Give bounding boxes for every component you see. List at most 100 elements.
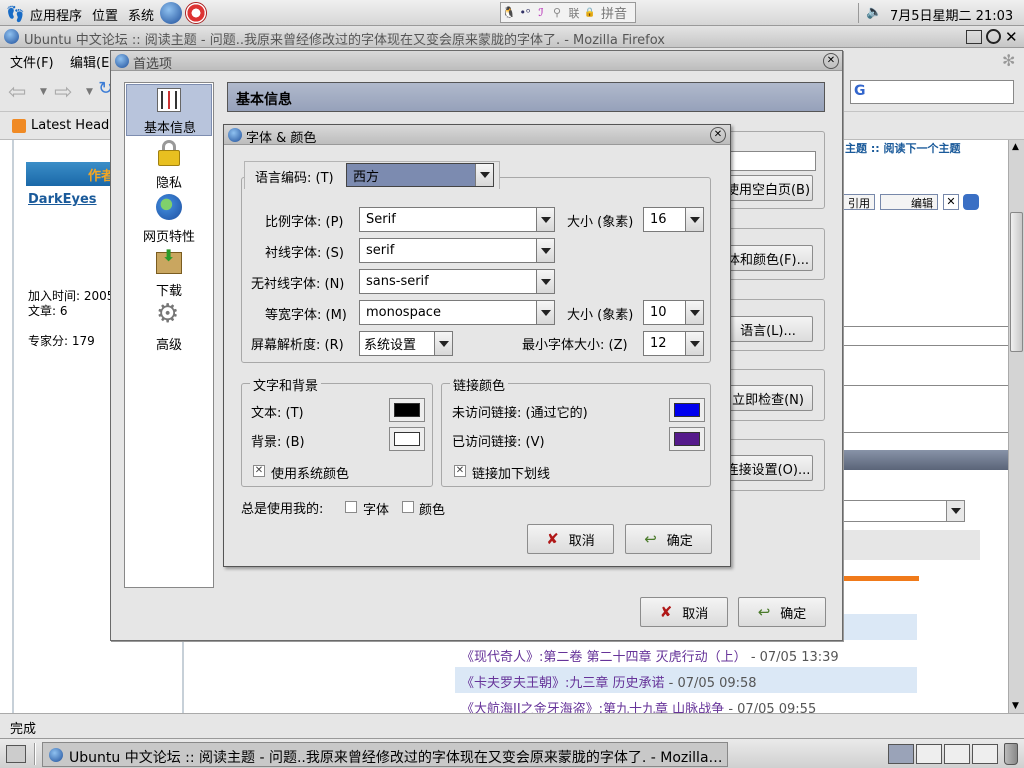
firefox-launcher-icon[interactable] <box>160 2 182 24</box>
homepage-field[interactable] <box>726 151 816 171</box>
connection-settings-button[interactable]: 连接设置(O)... <box>723 455 813 481</box>
cancel-x-icon: ✘ <box>659 603 673 621</box>
system-colors-checkbox[interactable]: ✕ <box>253 465 265 477</box>
fonts-ok-button[interactable]: ↩ 确定 <box>625 524 712 554</box>
ime-item[interactable]: ℐ <box>533 6 549 19</box>
fonts-colors-button[interactable]: 体和颜色(F)... <box>723 245 813 271</box>
monospace-size-select[interactable]: 10 <box>643 300 704 325</box>
delete-post-icon[interactable]: ✕ <box>943 194 959 210</box>
swatch-fill <box>394 403 420 417</box>
back-icon[interactable]: ⇦ <box>8 80 26 105</box>
content-divider <box>843 345 1008 346</box>
prefs-cancel-button[interactable]: ✘ 取消 <box>640 597 728 627</box>
proportional-size-select[interactable]: 16 <box>643 207 704 232</box>
ip-icon[interactable] <box>963 194 979 210</box>
page-select[interactable] <box>843 500 965 522</box>
use-my-fonts-checkbox[interactable] <box>345 501 357 513</box>
globe-icon <box>156 194 182 220</box>
visited-link-label: 已访问链接: (V) <box>452 435 545 450</box>
use-blank-page-button[interactable]: 使用空白页(B) <box>723 175 813 201</box>
chapter-link[interactable]: :九三章 历史承诺 <box>565 676 665 691</box>
ime-item[interactable]: 拼音 <box>597 3 631 22</box>
vertical-scrollbar[interactable]: ▲ ▼ <box>1008 140 1024 713</box>
workspace-switcher[interactable] <box>944 744 970 764</box>
window-menu-icon[interactable] <box>966 30 982 44</box>
serif-select[interactable]: serif <box>359 238 555 263</box>
ime-item[interactable]: 联 <box>565 5 583 21</box>
sans-serif-select[interactable]: sans-serif <box>359 269 555 294</box>
languages-button[interactable]: 语言(L)... <box>723 316 813 342</box>
resolution-select[interactable]: 系统设置 <box>359 331 453 356</box>
scroll-thumb[interactable] <box>1010 212 1023 352</box>
close-window-icon[interactable]: ✕ <box>1005 28 1018 46</box>
menu-applications[interactable]: 应用程序 <box>30 5 82 24</box>
prefs-ok-button[interactable]: ↩ 确定 <box>738 597 826 627</box>
foot-icon[interactable]: 👣 <box>6 5 25 23</box>
trash-icon[interactable] <box>1004 743 1018 765</box>
expert-score: 专家分: 179 <box>28 334 95 348</box>
category-advanced[interactable]: ⚙ 高级 <box>126 300 212 353</box>
author-name[interactable]: DarkEyes <box>28 192 97 207</box>
fonts-colors-dialog: 字体 & 颜色 ✕ 语言编码: (T) 西方 比例字体: (P) Serif 大… <box>223 124 731 567</box>
menu-file[interactable]: 文件(F) <box>10 52 54 71</box>
ime-item[interactable]: 🔒 <box>583 8 597 18</box>
maximize-icon[interactable] <box>986 29 1001 44</box>
volume-icon[interactable]: 🔈 <box>866 5 882 20</box>
menu-edit[interactable]: 编辑(E <box>70 52 109 71</box>
scroll-down-icon[interactable]: ▼ <box>1012 701 1019 711</box>
workspace-switcher[interactable] <box>916 744 942 764</box>
visited-color-swatch[interactable] <box>669 427 705 451</box>
show-desktop-icon[interactable] <box>6 745 26 763</box>
proportional-select[interactable]: Serif <box>359 207 555 232</box>
menu-places[interactable]: 位置 <box>92 5 118 24</box>
category-privacy[interactable]: 隐私 <box>126 138 212 191</box>
search-engine-box[interactable]: G <box>850 80 1014 104</box>
workspace-switcher[interactable] <box>972 744 998 764</box>
scroll-up-icon[interactable]: ▲ <box>1012 142 1019 152</box>
workspace-switcher[interactable] <box>888 744 914 764</box>
topic-nav-link[interactable]: 主题 :: 阅读下一个主题 <box>845 140 960 156</box>
content-divider <box>843 432 1008 433</box>
unvisited-color-swatch[interactable] <box>669 398 705 422</box>
category-label: 高级 <box>155 338 182 353</box>
story-link[interactable]: 《现代奇人》 <box>461 650 539 665</box>
quote-button[interactable]: 引用 <box>843 194 875 210</box>
settings-sliders-icon <box>157 88 181 112</box>
panel-header-bar <box>843 450 1008 470</box>
story-link[interactable]: 《卡夫罗夫王朝》 <box>461 676 565 691</box>
text-color-swatch[interactable] <box>389 398 425 422</box>
category-web-features[interactable]: 网页特性 <box>126 192 212 245</box>
ime-item[interactable]: •ᵒ <box>517 6 533 19</box>
orange-rule <box>843 576 919 581</box>
bg-color-swatch[interactable] <box>389 427 425 451</box>
fonts-cancel-button[interactable]: ✘ 取消 <box>527 524 614 554</box>
check-now-button[interactable]: 立即检查(N) <box>723 385 813 411</box>
chapter-link[interactable]: :第二卷 第二十四章 灭虎行动（上） <box>539 650 747 665</box>
use-my-colors-checkbox[interactable] <box>402 501 414 513</box>
min-size-select[interactable]: 12 <box>643 331 704 356</box>
preferences-close-icon[interactable]: ✕ <box>823 53 839 69</box>
swatch-fill <box>674 432 700 446</box>
fonts-close-icon[interactable]: ✕ <box>710 127 726 143</box>
clock[interactable]: 7月5日星期二 21:03 <box>890 5 1013 24</box>
encoding-select[interactable]: 西方 <box>346 163 494 187</box>
forward-dropdown-icon[interactable]: ▼ <box>86 87 93 97</box>
ime-item[interactable]: ⚲ <box>549 6 565 19</box>
edit-post-button[interactable]: 编辑 <box>880 194 938 210</box>
back-dropdown-icon[interactable]: ▼ <box>40 87 47 97</box>
underline-links-checkbox[interactable]: ✕ <box>454 465 466 477</box>
forward-icon[interactable]: ⇨ <box>54 80 72 105</box>
help-launcher-icon[interactable] <box>185 2 207 24</box>
bookmark-latest-headlines[interactable]: Latest Headl <box>31 118 113 133</box>
menu-system[interactable]: 系统 <box>128 5 154 24</box>
ime-item[interactable]: 🐧 <box>501 6 517 19</box>
monospace-select[interactable]: monospace <box>359 300 555 325</box>
content-divider <box>843 326 1008 327</box>
category-general[interactable]: 基本信息 <box>126 84 212 136</box>
category-downloads[interactable]: ⬇ 下载 <box>126 246 212 299</box>
category-sidebar: 基本信息 隐私 网页特性 ⬇ 下载 ⚙ 高级 <box>124 82 214 588</box>
google-icon[interactable]: G <box>854 83 866 99</box>
taskbar-label: Ubuntu 中文论坛 :: 阅读主题 - 问题..我原来曾经修改过的字体现在又… <box>69 750 723 766</box>
ok-arrow-icon: ↩ <box>757 603 771 621</box>
taskbar-firefox-button[interactable]: Ubuntu 中文论坛 :: 阅读主题 - 问题..我原来曾经修改过的字体现在又… <box>42 742 728 767</box>
